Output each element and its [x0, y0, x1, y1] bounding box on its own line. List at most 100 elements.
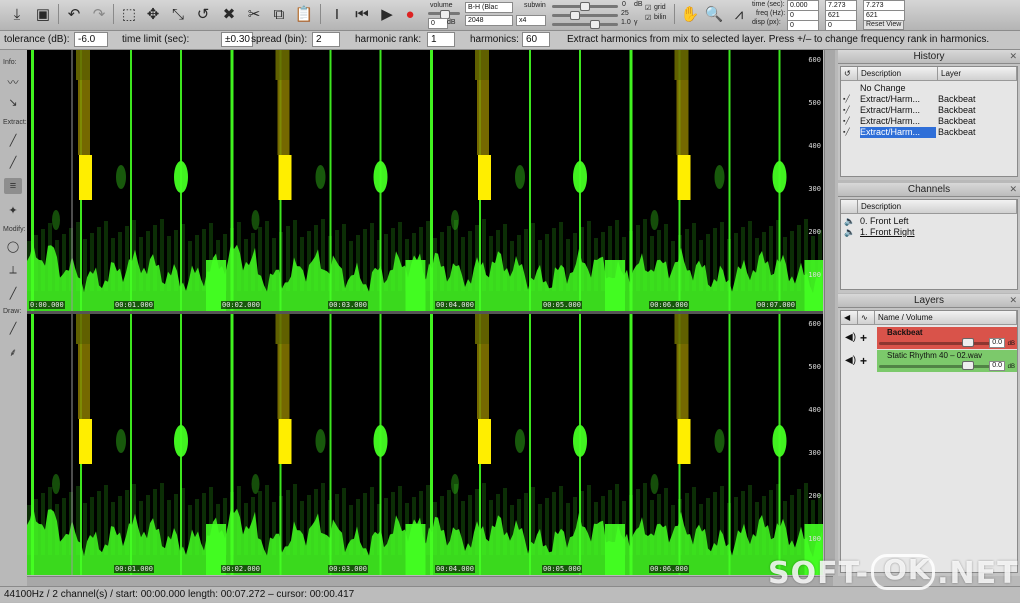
- history-refresh-icon[interactable]: ↺: [841, 67, 858, 81]
- frequency-tick-label: 300: [808, 449, 821, 457]
- vertical-scrollbar[interactable]: [824, 50, 835, 575]
- history-row[interactable]: ▪╱ Extract/Harm... Backbeat: [841, 116, 1017, 127]
- tonal-blob: [251, 474, 260, 494]
- overlap-select[interactable]: x4: [516, 15, 546, 26]
- resize-icon[interactable]: ⤡: [167, 3, 189, 25]
- channel-row[interactable]: 🔈 0. Front Left: [841, 216, 1017, 227]
- spectrogram-channel-right[interactable]: 600 500 400 300 200 100 00:01.000 00:02.000 00:0…: [27, 314, 823, 575]
- layers-col-name[interactable]: Name / Volume: [875, 311, 1017, 325]
- horizontal-scrollbar[interactable]: [27, 576, 833, 586]
- frequency-icon[interactable]: ⩘: [728, 3, 750, 25]
- layer-body[interactable]: Static Rhythm 40 – 02.wav 0.0 dB: [877, 350, 1017, 372]
- time-tick-label: 00:07.000: [756, 301, 796, 309]
- time-tick-label: 00:01.000: [114, 565, 154, 573]
- harmonic-rank-field[interactable]: 1: [427, 32, 455, 47]
- history-panel: History ✕ ↺ Description Layer No Change ▪…: [838, 50, 1020, 180]
- modify-circle-icon[interactable]: ◯: [4, 238, 22, 254]
- speaker-icon[interactable]: 🔈: [844, 216, 855, 227]
- harmonics-field[interactable]: 60: [522, 32, 550, 47]
- layer-row[interactable]: ◀) + Backbeat 0.0 dB: [841, 327, 1017, 349]
- history-row[interactable]: ▪╱ Extract/Harm... Backbeat: [841, 94, 1017, 105]
- cursor-icon[interactable]: I: [326, 3, 348, 25]
- history-title: History ✕: [838, 50, 1020, 64]
- delete-icon[interactable]: ✖: [218, 3, 240, 25]
- layer-volume-value[interactable]: 0.0: [989, 338, 1005, 348]
- layer-row[interactable]: ◀) + Static Rhythm 40 – 02.wav 0.0 dB: [841, 350, 1017, 372]
- layer-volume-slider[interactable]: [879, 342, 995, 345]
- time-tick-label: 00:02.000: [221, 301, 261, 309]
- fft-size-select[interactable]: 2048: [465, 15, 513, 26]
- time-limit-field[interactable]: ±0.30: [221, 32, 253, 47]
- history-row[interactable]: No Change: [841, 83, 1017, 94]
- modify-stamp-icon[interactable]: ⟂: [4, 262, 22, 278]
- db-range-slider[interactable]: [552, 14, 618, 17]
- lasso-icon[interactable]: ↺: [192, 3, 214, 25]
- extract-brush-icon[interactable]: ╱: [4, 132, 22, 148]
- bilin-checkbox[interactable]: ☑: [645, 14, 651, 22]
- save-icon[interactable]: ▣: [32, 3, 54, 25]
- hand-icon[interactable]: ✋: [679, 3, 701, 25]
- history-col-description[interactable]: Description: [858, 67, 938, 81]
- spectrogram-channel-left[interactable]: 600 500 400 300 200 100 0:00.000 00:01.000 00:02…: [27, 50, 823, 311]
- speaker-icon[interactable]: 🔈: [844, 227, 855, 238]
- volume-field[interactable]: 0: [428, 18, 448, 29]
- speaker-icon[interactable]: ◀): [845, 332, 856, 343]
- move-icon[interactable]: ✥: [142, 3, 164, 25]
- draw-pencil-icon[interactable]: ╱: [4, 320, 22, 336]
- close-icon[interactable]: ✕: [1009, 183, 1017, 196]
- rect-select-icon[interactable]: ⬚: [118, 3, 140, 25]
- reset-view-button[interactable]: Reset View: [863, 20, 905, 30]
- layer-volume-knob[interactable]: [962, 338, 974, 347]
- channel-row[interactable]: 🔈 1. Front Right: [841, 227, 1017, 238]
- extract-wand-icon[interactable]: ✦: [4, 202, 22, 218]
- close-icon[interactable]: ✕: [1009, 294, 1017, 307]
- layer-body[interactable]: Backbeat 0.0 dB: [877, 327, 1017, 349]
- db-max-knob[interactable]: [580, 2, 590, 11]
- layer-volume-knob[interactable]: [962, 361, 974, 370]
- channels-col-description[interactable]: Description: [858, 200, 1017, 214]
- layer-volume-slider[interactable]: [879, 365, 995, 368]
- cut-icon[interactable]: ✂: [243, 3, 265, 25]
- window-select[interactable]: B-H (Blac: [465, 2, 513, 13]
- grid-checkbox[interactable]: ☑: [645, 4, 651, 12]
- history-col-layer[interactable]: Layer: [938, 67, 1017, 81]
- transient-line: [230, 50, 234, 311]
- gamma-knob[interactable]: [590, 20, 600, 29]
- db-range-knob[interactable]: [570, 11, 580, 20]
- import-icon[interactable]: ⤓: [6, 3, 28, 25]
- paste-icon[interactable]: 📋: [293, 3, 315, 25]
- copy-icon[interactable]: ⧉: [268, 3, 290, 25]
- rewind-icon[interactable]: ⏮: [351, 3, 373, 25]
- speaker-icon[interactable]: ◀): [845, 355, 856, 366]
- layer-volume-value[interactable]: 0.0: [989, 361, 1005, 371]
- modify-pencil-icon[interactable]: ╱: [4, 285, 22, 301]
- spectrogram-view[interactable]: 600 500 400 300 200 100 0:00.000 00:01.000 00:02…: [27, 50, 823, 575]
- transient-line: [130, 50, 132, 311]
- history-row[interactable]: ▪╱ Extract/Harm... Backbeat: [841, 127, 1017, 138]
- history-row[interactable]: ▪╱ Extract/Harm... Backbeat: [841, 105, 1017, 116]
- close-icon[interactable]: ✕: [1009, 50, 1017, 63]
- spread-field[interactable]: 2: [312, 32, 340, 47]
- extract-harmonics-icon[interactable]: ≡: [4, 178, 22, 194]
- tolerance-field[interactable]: -6.0: [74, 32, 108, 47]
- frequency-tick-label: 200: [808, 492, 821, 500]
- gamma-slider[interactable]: [552, 23, 618, 26]
- disp-to-field[interactable]: 0: [825, 20, 857, 31]
- play-icon[interactable]: ▶: [376, 3, 398, 25]
- zoom-icon[interactable]: 🔍: [703, 3, 725, 25]
- extracted-harmonic: [478, 419, 491, 464]
- record-icon[interactable]: ●: [399, 3, 421, 25]
- frequency-tick-label: 600: [808, 56, 821, 64]
- disp-from-field[interactable]: 0: [787, 20, 819, 31]
- pick-icon[interactable]: ↘: [4, 94, 22, 110]
- watermark-mid: OK: [883, 552, 931, 586]
- extract-pen-icon[interactable]: ╱: [4, 154, 22, 170]
- redo-icon[interactable]: ↷: [88, 3, 110, 25]
- history-layer: Backbeat: [938, 94, 976, 104]
- add-icon[interactable]: +: [860, 331, 867, 345]
- draw-brush-icon[interactable]: ⸙: [4, 344, 22, 360]
- undo-icon[interactable]: ↶: [63, 3, 85, 25]
- frequency-tick-label: 600: [808, 320, 821, 328]
- waveform-info-icon[interactable]: 〰: [4, 74, 22, 90]
- add-icon[interactable]: +: [860, 354, 867, 368]
